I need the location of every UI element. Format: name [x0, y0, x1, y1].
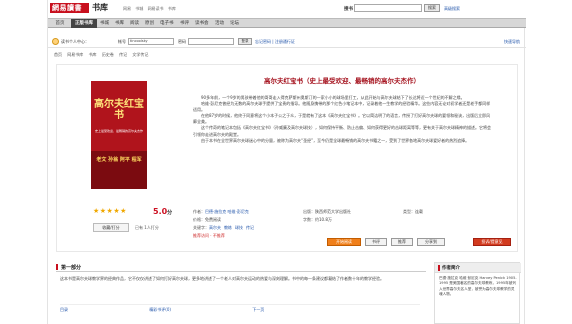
price-label: 价格： — [193, 217, 205, 222]
publisher-value: 陕西师范大学出版社 — [315, 209, 351, 214]
user-icon — [52, 38, 59, 45]
account-field[interactable]: tincoolsky — [128, 38, 174, 45]
section-marker — [56, 264, 58, 270]
category-value: 连载 — [415, 209, 423, 214]
nav-item[interactable]: 书库 — [115, 19, 124, 28]
search-button[interactable]: 搜索 — [424, 4, 440, 12]
review-button[interactable]: 书评 — [365, 238, 387, 246]
toc-link[interactable]: 目录 — [60, 307, 68, 312]
cover-names: 老文 孙翁 阿平 程军 — [96, 157, 142, 163]
book-detail: 高尔夫红宝书 史上最受欢迎、最畅销的高尔夫杰作 老文 孙翁 阿平 程军 ★★★★… — [56, 64, 518, 252]
author-box-marker — [438, 265, 440, 271]
nav-item[interactable]: 电子书 — [160, 19, 174, 28]
excerpt-section: 第一部分 这本书是高尔夫球教学界的经典作品，它不仅仅讲述了如何打好高尔夫球，更多… — [56, 262, 426, 324]
login-links[interactable]: 忘记密码 | 注册通行证 — [255, 39, 295, 45]
site-title: 书库 — [92, 3, 108, 12]
book-title: 高尔夫红宝书（史上最受欢迎、最畅销的高尔夫杰作） — [264, 77, 420, 85]
nav-library-active[interactable]: 正版书库 — [71, 19, 97, 28]
breadcrumb-item[interactable]: 网易书库 — [67, 52, 83, 57]
favorite-rate-button[interactable]: 收藏/打分 — [93, 223, 129, 232]
author-info-box: 作者简介 巴德·施拉克 哈维·彭尼克 Harvey Penick 1905-19… — [434, 262, 521, 324]
start-reading-button[interactable]: 开始阅读 — [327, 238, 361, 246]
recommend-button[interactable]: 推荐 — [391, 238, 413, 246]
words-value: 约10.8万 — [315, 217, 332, 222]
rating-stars: ★★★★★ — [93, 207, 127, 215]
nav-item[interactable]: 原创 — [145, 19, 154, 28]
rating-count: 已有 1人打分 — [135, 225, 159, 230]
top-link-bookstore[interactable]: 书城 — [135, 6, 143, 11]
breadcrumb-item[interactable]: 书库 — [89, 52, 97, 57]
desc-paragraph: 这个传奇的笔记本包括《高尔夫红宝书》（孙威廉及高尔夫球技），如何保持平衡、防止击… — [193, 125, 491, 137]
book-actions: 开始阅读 书评 推荐 分享到 投诉/提意见 — [327, 238, 527, 248]
nav-item[interactable]: 论坛 — [230, 19, 239, 28]
nav-item[interactable]: 书评 — [180, 19, 189, 28]
nav-item[interactable]: 读书会 — [195, 19, 209, 28]
desc-paragraph: 哈维·彭尼克曾经为无数的高尔夫球手提供了宝贵的指导。他随身携带的那个红色小笔记本… — [193, 101, 491, 113]
category-label: 类型： — [403, 209, 415, 214]
account-label: 帐号 — [118, 39, 126, 44]
top-links: 网易 书城 网易读书 书库 — [123, 6, 179, 12]
cover-title: 高尔夫红宝书 — [94, 99, 144, 121]
top-link-library[interactable]: 书库 — [168, 6, 176, 11]
section-title: 第一部分 — [61, 265, 82, 271]
netease-reading-logo[interactable]: 網易讀書 — [50, 3, 89, 13]
breadcrumb-item[interactable]: 历史卷 — [102, 52, 114, 57]
book-cover[interactable]: 高尔夫红宝书 史上最受欢迎、最畅销的高尔夫杰作 老文 孙翁 阿平 程军 — [91, 81, 147, 189]
advanced-search-link[interactable]: 高级搜索 — [444, 6, 460, 12]
login-prompt: 读书个人中心： — [61, 39, 89, 45]
breadcrumb-item: 文学传记 — [132, 52, 149, 57]
login-button[interactable]: 登录 — [238, 38, 252, 45]
author-box-body: 巴德·施拉克 哈维·彭尼克 Harvey Penick 1905-1995 是美… — [439, 276, 517, 297]
breadcrumb: 首页 网易书库 书库 历史卷 传记 文学传记 — [54, 52, 152, 58]
feedback-button[interactable]: 投诉/提意见 — [473, 238, 511, 246]
author-value[interactable]: 巴德·施拉克 哈维·彭尼克 — [205, 209, 249, 214]
nav-home[interactable]: 首页 — [50, 19, 70, 28]
tags-label: 关键字： — [193, 225, 209, 230]
desc-paragraph: 在他87岁的时候，他终于同意将这个小本子公之于众，于是就有了这本《高尔夫红宝书》… — [193, 113, 491, 125]
breadcrumb-item[interactable]: 传记 — [119, 52, 127, 57]
search-input[interactable] — [354, 4, 422, 12]
tag-link[interactable]: 教练 — [224, 225, 232, 230]
main-nav: 首页 正版书库 书城 书库 阅读 原创 电子书 书评 读书会 活动 论坛 — [48, 18, 526, 28]
words-label: 字数： — [303, 217, 315, 222]
recommend-notice[interactable]: 推荐访问 · 不推荐 — [193, 233, 225, 238]
section-links: 目录 精彩书评(0) 下一页 — [60, 304, 420, 312]
reviews-link[interactable]: 精彩书评(0) — [149, 307, 171, 312]
tag-link[interactable]: 传记 — [246, 225, 254, 230]
tag-link[interactable]: 高尔夫 — [209, 225, 221, 230]
password-field[interactable] — [188, 38, 234, 45]
login-bar: 读书个人中心： 帐号 tincoolsky 密码 登录 忘记密码 | 注册通行证… — [48, 36, 526, 48]
author-label: 作者： — [193, 209, 205, 214]
score-value: 5.0 — [153, 207, 168, 216]
publisher-label: 出版： — [303, 209, 315, 214]
cover-subtitle: 史上最受欢迎、最畅销的高尔夫杰作 — [95, 129, 144, 133]
section-header: 第一部分 — [56, 262, 426, 272]
author-box-header: 作者简介 — [435, 263, 521, 273]
share-button[interactable]: 分享到 — [417, 238, 445, 246]
top-link-reading[interactable]: 网易读书 — [148, 6, 164, 11]
tag-link[interactable]: 球技 — [235, 225, 243, 230]
top-link-netease[interactable]: 网易 — [123, 6, 131, 11]
search-label: 搜书 — [344, 7, 353, 12]
password-label: 密码 — [178, 39, 186, 44]
breadcrumb-item[interactable]: 首页 — [54, 52, 62, 57]
top-bar: 網易讀書 书库 网易 书城 网易读书 书库 搜书 搜索 高级搜索 — [48, 0, 526, 18]
author-box-title: 作者简介 — [442, 266, 460, 271]
nav-item[interactable]: 书城 — [100, 19, 109, 28]
nav-item[interactable]: 阅读 — [130, 19, 139, 28]
price-value: 免费阅读 — [205, 217, 221, 222]
page: 網易讀書 书库 网易 书城 网易读书 书库 搜书 搜索 高级搜索 首页 正版书库… — [47, 0, 526, 324]
nav-item[interactable]: 活动 — [215, 19, 224, 28]
next-page-link[interactable]: 下一页 — [252, 307, 264, 312]
login-prompt-label: 读书个人中心： — [61, 39, 89, 44]
section-text: 这本书是高尔夫球教学界的经典作品，它不仅仅讲述了如何打好高尔夫球，更多地讲述了一… — [60, 276, 384, 281]
book-description: 90多年前，一个9岁的男孩带着他的哥哥走入得克萨斯州奥斯汀的一家小小的球场里打工… — [193, 95, 493, 144]
score: 5.0分 — [153, 207, 172, 216]
desc-paragraph: 由于本书在全世界高尔夫球迷心中的分量，被称为高尔夫“圣经”，至今仍是全球最畅销的… — [201, 137, 470, 143]
score-suffix: 分 — [167, 210, 173, 216]
quick-nav-link[interactable]: 快速导航 — [504, 39, 520, 45]
